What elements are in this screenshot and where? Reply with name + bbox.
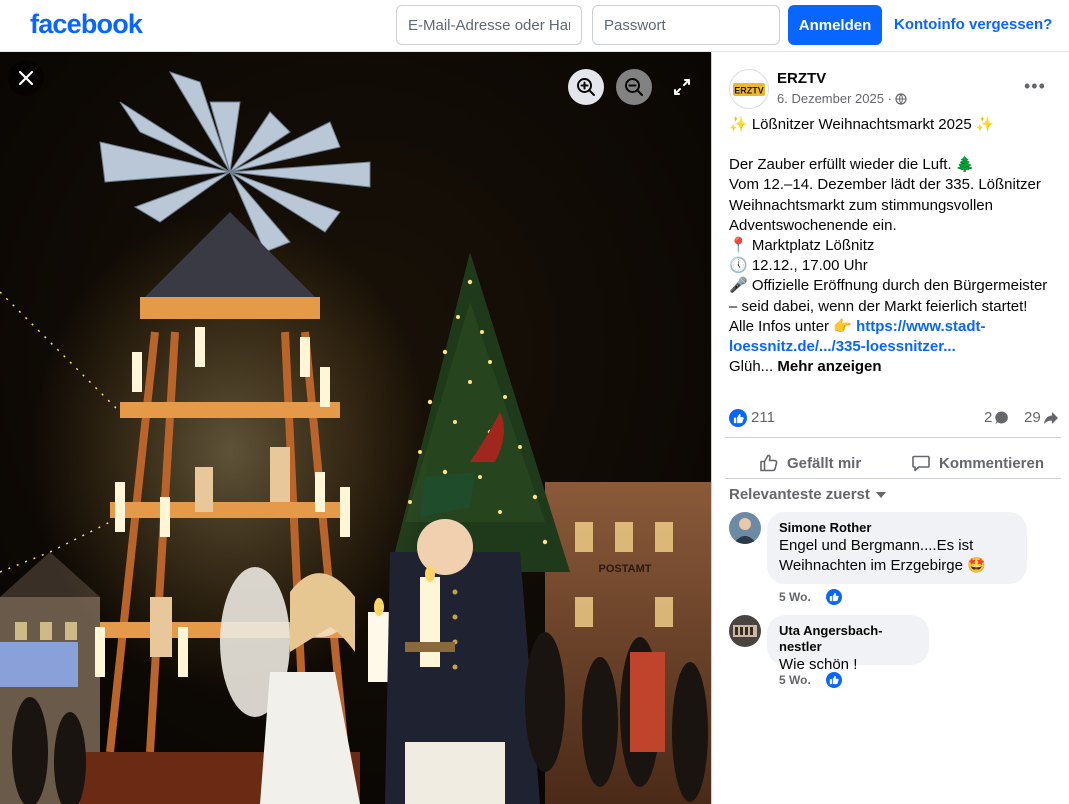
forgot-account-link[interactable]: Kontoinfo vergessen?: [894, 16, 1052, 33]
commenter-avatar[interactable]: [729, 512, 761, 544]
commenter-name[interactable]: Uta Angersbach-nestler: [779, 623, 917, 655]
post-line: Alle Infos unter 👉 https://www.stadt-loe…: [729, 317, 1059, 357]
commenter-name[interactable]: Simone Rother: [779, 520, 1015, 536]
comment-time[interactable]: 5 Wo.: [779, 673, 811, 687]
chevron-down-icon: [875, 491, 886, 498]
post-line: Der Zauber erfüllt wieder die Luft. 🌲: [729, 156, 975, 174]
thumbs-up-icon: [760, 454, 778, 472]
post-line: 📍 Marktplatz Lößnitz: [729, 237, 875, 255]
zoom-out-icon: [625, 78, 643, 96]
globe-icon: [895, 92, 907, 105]
post-date-text[interactable]: 6. Dezember 2025 ·: [777, 91, 892, 106]
commenter-avatar[interactable]: [729, 615, 761, 647]
comment-button[interactable]: Kommentieren: [911, 445, 1044, 481]
post-panel: ERZTV ERZTV 6. Dezember 2025 · ••• ✨ Löß…: [711, 52, 1069, 804]
comment-time[interactable]: 5 Wo.: [779, 590, 811, 604]
post-date: 6. Dezember 2025 ·: [777, 91, 907, 106]
comment-icon: [912, 455, 930, 472]
comment-item: Simone Rother Engel und Bergmann....Es i…: [729, 512, 1049, 606]
comment-meta: 5 Wo.: [779, 588, 843, 606]
post-body: ✨ Lößnitzer Weihnachtsmarkt 2025 ✨ Der Z…: [729, 115, 1059, 377]
close-viewer-button[interactable]: [8, 60, 44, 96]
see-more-link[interactable]: Mehr anzeigen: [777, 358, 881, 375]
like-button-label: Gefällt mir: [787, 454, 862, 472]
zoom-in-button[interactable]: [568, 69, 604, 105]
post-line: ✨ Lößnitzer Weihnachtsmarkt 2025 ✨: [729, 116, 995, 133]
divider: [725, 478, 1061, 479]
comment-bubble: Simone Rother Engel und Bergmann....Es i…: [767, 512, 1027, 584]
comment-count[interactable]: 2: [984, 409, 1010, 426]
share-count-value: 29: [1024, 409, 1041, 426]
erztv-logo-icon: ERZTV: [733, 83, 765, 96]
fullscreen-button[interactable]: [664, 69, 700, 105]
login-button[interactable]: Anmelden: [788, 5, 882, 45]
password-field[interactable]: [592, 5, 780, 45]
post-line: 🎤 Offizielle Eröffnung durch den Bürgerm…: [729, 277, 1052, 315]
svg-text:ERZTV: ERZTV: [734, 86, 764, 96]
photo-viewer: POSTAMT: [0, 52, 711, 804]
post-line: 🕔 12.12., 17.00 Uhr: [729, 257, 868, 275]
divider: [725, 437, 1061, 438]
comment-button-label: Kommentieren: [939, 454, 1045, 472]
top-bar: facebook Anmelden Kontoinfo vergessen?: [0, 0, 1069, 52]
facebook-logo[interactable]: facebook: [30, 9, 143, 40]
fullscreen-icon: [674, 79, 690, 95]
like-button[interactable]: Gefällt mir: [759, 445, 861, 481]
zoom-out-button[interactable]: [616, 69, 652, 105]
like-reaction-icon[interactable]: [729, 409, 747, 427]
comment-meta: 5 Wo.: [779, 671, 843, 689]
postamt-sign: POSTAMT: [599, 563, 652, 575]
email-field[interactable]: [396, 5, 582, 45]
comment-sort-label: Relevanteste zuerst: [729, 486, 870, 503]
comment-like-icon: [824, 671, 843, 689]
post-line: Glüh... Mehr anzeigen: [729, 357, 1059, 377]
christmas-market-photo: POSTAMT: [0, 52, 711, 804]
comment-text: Engel und Bergmann....Es ist Weihnachten…: [779, 537, 986, 574]
post-options-button[interactable]: •••: [1024, 76, 1046, 97]
like-count[interactable]: 211: [751, 409, 775, 426]
comment-bubble-icon: [995, 410, 1009, 424]
comment-sort-dropdown[interactable]: Relevanteste zuerst: [729, 486, 886, 503]
post-line-prefix: Glüh...: [729, 358, 778, 376]
comment-item: Uta Angersbach-nestler Wie schön ! 5 Wo.: [729, 615, 1049, 695]
share-arrow-icon: [1043, 411, 1058, 424]
post-line-prefix: Alle Infos unter 👉: [729, 317, 857, 335]
comment-bubble: Uta Angersbach-nestler Wie schön !: [767, 615, 929, 673]
share-count[interactable]: 29: [1024, 409, 1059, 426]
zoom-in-icon: [577, 78, 595, 96]
comment-like-icon: [824, 588, 843, 606]
reaction-bar: 211 2 29: [729, 408, 1065, 428]
post-line: Vom 12.–14. Dezember lädt der 335. Lößni…: [729, 176, 1046, 234]
close-icon: [18, 70, 34, 86]
comment-count-value: 2: [984, 409, 993, 426]
page-name[interactable]: ERZTV: [777, 70, 826, 87]
page-avatar[interactable]: ERZTV: [729, 69, 769, 109]
